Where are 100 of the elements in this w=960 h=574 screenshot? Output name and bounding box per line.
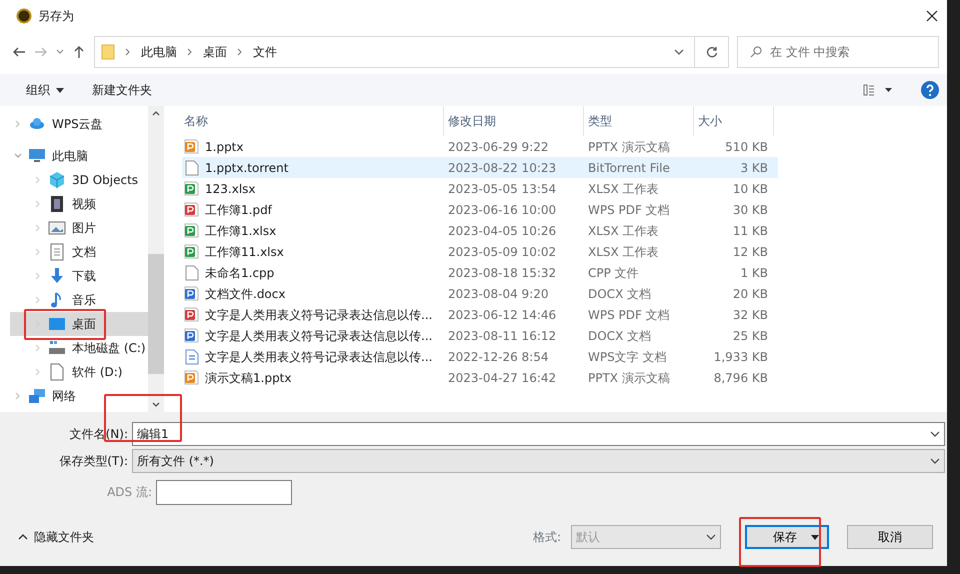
search-field[interactable]: 在 文件 中搜索 [737, 36, 939, 68]
file-name[interactable]: 123.xlsx [205, 180, 256, 198]
address-bar[interactable]: 此电脑 桌面 文件 [94, 36, 729, 68]
date-cell-text: 2023-06-16 10:00 [447, 202, 558, 218]
sidebar-item[interactable]: 文档 [10, 240, 148, 264]
expand-chevron-icon[interactable] [34, 344, 42, 352]
ads-stream-field[interactable] [156, 480, 292, 504]
blank-file-icon [184, 160, 199, 176]
column-header[interactable]: 类型 [584, 106, 694, 136]
file-row[interactable]: 1.pptx 2023-06-29 9:22 PPTX 演示文稿 510 KB [182, 136, 778, 157]
file-name[interactable]: 1.pptx [205, 138, 244, 156]
cancel-button[interactable]: 取消 [847, 525, 933, 549]
breadcrumb-item[interactable]: 文件 [253, 43, 277, 61]
file-name[interactable]: 1.pptx.torrent [205, 158, 288, 176]
size-cell-text: 510 KB [724, 138, 768, 156]
type-cell-text: PPTX 演示文稿 [587, 138, 671, 156]
back-icon[interactable] [12, 45, 26, 59]
dropdown-icon[interactable] [930, 458, 940, 464]
filename-field[interactable]: 编辑1 [132, 422, 945, 446]
expand-chevron-icon[interactable] [14, 120, 22, 128]
new-folder-button[interactable]: 新建文件夹 [92, 81, 835, 99]
file-row[interactable]: 工作簿11.xlsx 2023-05-09 10:02 XLSX 工作表 12 KB [182, 241, 778, 262]
file-name[interactable]: 工作簿1.pdf [205, 200, 272, 218]
scroll-thumb[interactable] [148, 254, 164, 374]
size-cell-text: 20 KB [732, 286, 768, 302]
dropdown-icon[interactable] [706, 534, 716, 540]
forward-icon[interactable] [34, 45, 48, 59]
document-icon [48, 243, 66, 261]
scroll-up-icon[interactable] [152, 110, 160, 116]
breadcrumb-item[interactable]: 桌面 [203, 43, 227, 61]
file-row[interactable]: 文字是人类用表义符号记录表达信息以传... 2022-12-26 8:54 WPS文字 文档 1,933 KB [182, 346, 778, 367]
sidebar-item[interactable]: 网络 [10, 384, 148, 408]
field-label: ADS 流: [106, 484, 153, 501]
recent-dropdown-icon[interactable] [56, 48, 64, 56]
sidebar-item[interactable]: 此电脑 [10, 144, 148, 168]
sidebar-item[interactable]: 下载 [10, 264, 148, 288]
size-cell-text: 3 KB [739, 160, 768, 176]
sidebar-item[interactable]: 音乐 [10, 288, 148, 312]
close-icon[interactable] [925, 9, 939, 23]
expand-chevron-icon[interactable] [34, 224, 42, 232]
sidebar-item[interactable]: 本地磁盘 (C:) [10, 336, 148, 360]
sidebar-item[interactable]: 桌面 [10, 312, 148, 336]
file-name[interactable]: 文字是人类用表义符号记录表达信息以传... [205, 306, 432, 324]
column-header[interactable]: 名称 [182, 106, 444, 136]
size-cell-text: 11 KB [732, 222, 768, 240]
file-name[interactable]: 工作簿1.xlsx [205, 222, 276, 240]
help-icon[interactable] [921, 81, 939, 99]
file-name[interactable]: 文字是人类用表义符号记录表达信息以传... [205, 348, 432, 366]
dropdown-icon[interactable] [930, 430, 940, 438]
file-name[interactable]: 工作簿11.xlsx [205, 242, 284, 260]
scroll-down-icon[interactable] [152, 402, 160, 408]
file-name[interactable]: 演示文稿1.pptx [205, 368, 292, 386]
chevron-icon [237, 48, 243, 56]
size-cell-text: 30 KB [732, 202, 768, 218]
expand-chevron-icon[interactable] [34, 248, 42, 256]
sidebar-item[interactable]: 图片 [10, 216, 148, 240]
expand-chevron-icon[interactable] [34, 272, 42, 280]
file-row[interactable]: 1.pptx.torrent 2023-08-22 10:23 BitTorrent File 3 KB [182, 157, 778, 178]
dropdown-icon[interactable] [674, 48, 684, 56]
collapse-chevron-icon[interactable] [14, 152, 22, 160]
expand-chevron-icon[interactable] [34, 296, 42, 304]
date-cell-text: 2023-04-27 16:42 [447, 370, 558, 386]
expand-chevron-icon[interactable] [34, 176, 42, 184]
up-icon[interactable] [72, 45, 86, 59]
expand-chevron-icon[interactable] [34, 368, 42, 376]
sidebar-item[interactable]: 3D Objects [10, 168, 148, 192]
view-options-icon[interactable] [863, 84, 893, 96]
sidebar-item[interactable]: 视频 [10, 192, 148, 216]
file-row[interactable]: 未命名1.cpp 2023-08-18 15:32 CPP 文件 1 KB [182, 262, 778, 283]
sidebar-item[interactable]: WPS云盘 [10, 112, 148, 136]
file-name[interactable]: 文档文件.docx [205, 284, 286, 302]
column-header[interactable]: 大小 [694, 106, 774, 136]
breadcrumb-item[interactable]: 此电脑 [141, 43, 177, 61]
file-row[interactable]: 演示文稿1.pptx 2023-04-27 16:42 PPTX 演示文稿 8,796 KB [182, 367, 778, 388]
date-cell-text: 2023-06-29 9:22 [447, 138, 550, 156]
expand-chevron-icon[interactable] [14, 392, 22, 400]
caret-icon [811, 534, 819, 540]
file-row[interactable]: 123.xlsx 2023-05-05 13:54 XLSX 工作表 10 KB [182, 178, 778, 199]
file-row[interactable]: 工作簿1.pdf 2023-06-16 10:00 WPS PDF 文档 30 KB [182, 199, 778, 220]
file-name[interactable]: 文字是人类用表义符号记录表达信息以传... [205, 326, 432, 344]
date-cell-text: 2023-08-18 15:32 [447, 264, 558, 282]
file-row[interactable]: 文字是人类用表义符号记录表达信息以传... 2023-08-11 16:12 DOCX 文档 25 KB [182, 325, 778, 346]
expand-chevron-icon[interactable] [34, 200, 42, 208]
field-label: 格式: [532, 529, 561, 546]
file-row[interactable]: 文字是人类用表义符号记录表达信息以传... 2023-06-12 14:46 WPS PDF 文档 32 KB [182, 304, 778, 325]
file-row[interactable]: 文档文件.docx 2023-08-04 9:20 DOCX 文档 20 KB [182, 283, 778, 304]
scrollbar[interactable] [148, 106, 164, 412]
file-name[interactable]: 未命名1.cpp [205, 264, 274, 282]
file-type-dropdown[interactable]: 所有文件 (*.*) [132, 449, 945, 473]
organize-menu[interactable]: 组织 [26, 81, 64, 99]
file-row[interactable]: 工作簿1.xlsx 2023-04-05 10:26 XLSX 工作表 11 KB [182, 220, 778, 241]
pdf-file-icon [184, 306, 199, 322]
column-header[interactable]: 修改日期 [444, 106, 584, 136]
presentation-file-icon [184, 370, 199, 386]
save-button[interactable]: 保存 [745, 525, 829, 549]
refresh-icon[interactable] [706, 46, 718, 58]
sidebar-item[interactable]: 软件 (D:) [10, 360, 148, 384]
hide-folders-toggle[interactable]: 隐藏文件夹 [18, 528, 523, 546]
chevron-icon [125, 48, 131, 56]
download-icon [48, 267, 66, 285]
